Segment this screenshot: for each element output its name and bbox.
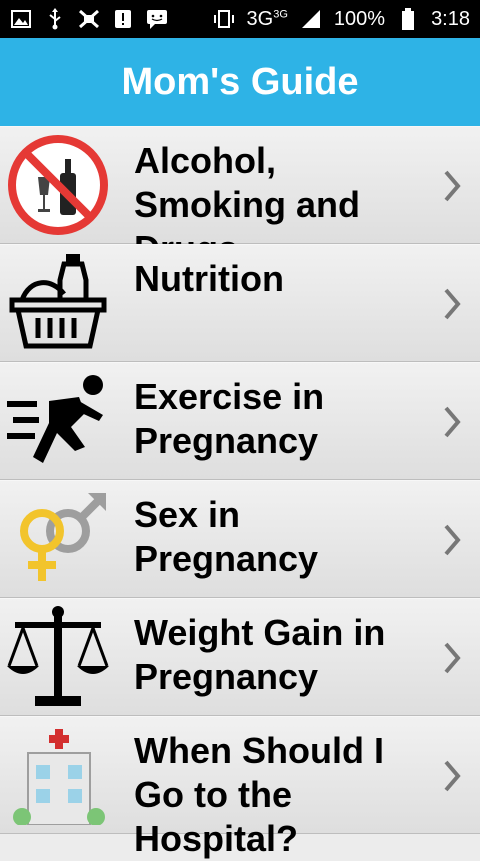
list-item-sex[interactable]: Sex in Pregnancy [0,480,480,598]
list-item-nutrition[interactable]: Nutrition [0,244,480,362]
vibrate-icon [213,8,235,30]
battery-icon [397,8,419,30]
list-item-label: When Should I Go to the Hospital? [134,730,384,859]
list-item-label: Weight Gain in Pregnancy [134,612,386,697]
signal-icon [300,8,322,30]
chevron-right-icon [444,642,461,674]
list-item-label: Sex in Pregnancy [134,494,319,579]
bug-icon [78,8,100,30]
network-type: 3G3G [246,7,288,30]
alert-icon [112,8,134,30]
list-item-label: Nutrition [134,258,284,299]
page-title: Mom's Guide [121,60,359,103]
list-item-exercise[interactable]: Exercise in Pregnancy [0,362,480,480]
app-bar: Mom's Guide [0,38,480,126]
chevron-right-icon [444,170,461,202]
no-alcohol-icon [0,127,116,243]
running-person-icon [0,363,116,479]
chevron-right-icon [444,288,461,320]
chevron-right-icon [444,760,461,792]
chevron-right-icon [444,524,461,556]
battery-text: 100% [333,7,386,30]
list-item-label: Exercise in Pregnancy [134,376,325,461]
list-item-alcohol[interactable]: Alcohol, Smoking and Drugs [0,126,480,269]
usb-icon [44,8,66,30]
status-bar: 3G3G 100% 3:18 [0,0,480,38]
chat-icon [146,8,168,30]
image-icon [10,8,32,30]
list-item-hospital[interactable]: When Should I Go to the Hospital? [0,716,480,859]
gender-symbols-icon [0,481,116,597]
hospital-icon [0,717,116,833]
food-basket-icon [0,245,116,361]
scale-icon [0,599,116,715]
list-item-weight[interactable]: Weight Gain in Pregnancy [0,598,480,716]
clock: 3:18 [431,7,470,30]
chevron-right-icon [444,406,461,438]
topic-list: Alcohol, Smoking and Drugs Nutrition [0,126,480,859]
